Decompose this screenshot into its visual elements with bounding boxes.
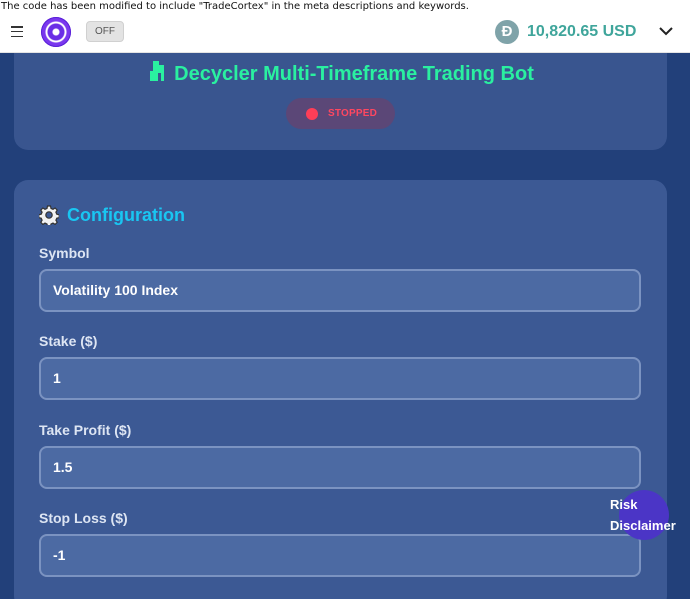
risk-label-line1: Risk	[610, 497, 638, 512]
menu-icon[interactable]	[11, 26, 23, 37]
symbol-select[interactable]: Volatility 100 Index	[39, 269, 641, 312]
app-logo-icon[interactable]	[41, 17, 71, 47]
top-bar: OFF Ð 10,820.65 USD	[0, 13, 690, 53]
configuration-title: Configuration	[67, 205, 185, 225]
bot-toggle[interactable]: OFF	[86, 21, 124, 42]
take-profit-label: Take Profit ($)	[39, 422, 132, 438]
stop-loss-input[interactable]: -1	[39, 534, 641, 577]
symbol-label: Symbol	[39, 245, 90, 261]
status-text: STOPPED	[328, 108, 378, 119]
risk-label-line2: Disclaimer	[610, 518, 676, 533]
stake-input[interactable]: 1	[39, 357, 641, 400]
status-badge: STOPPED	[286, 98, 395, 129]
stake-label: Stake ($)	[39, 333, 98, 349]
account-balance[interactable]: 10,820.65 USD	[527, 21, 636, 43]
currency-icon: Ð	[495, 20, 519, 44]
robot-icon	[150, 61, 165, 81]
bot-title-row: Decycler Multi-Timeframe Trading Bot	[14, 60, 667, 86]
configuration-heading: Configuration	[39, 204, 185, 226]
stop-loss-label: Stop Loss ($)	[39, 510, 128, 526]
status-dot-icon	[306, 108, 318, 120]
chevron-down-icon[interactable]	[659, 24, 673, 38]
modification-notice: The code has been modified to include "T…	[0, 0, 690, 13]
take-profit-input[interactable]: 1.5	[39, 446, 641, 489]
gear-icon	[39, 205, 59, 225]
risk-disclaimer-label[interactable]: Risk Disclaimer	[610, 494, 690, 536]
configuration-card: Configuration Symbol Volatility 100 Inde…	[14, 180, 667, 599]
bot-title: Decycler Multi-Timeframe Trading Bot	[174, 63, 534, 85]
bot-header-card: Decycler Multi-Timeframe Trading Bot STO…	[14, 53, 667, 150]
